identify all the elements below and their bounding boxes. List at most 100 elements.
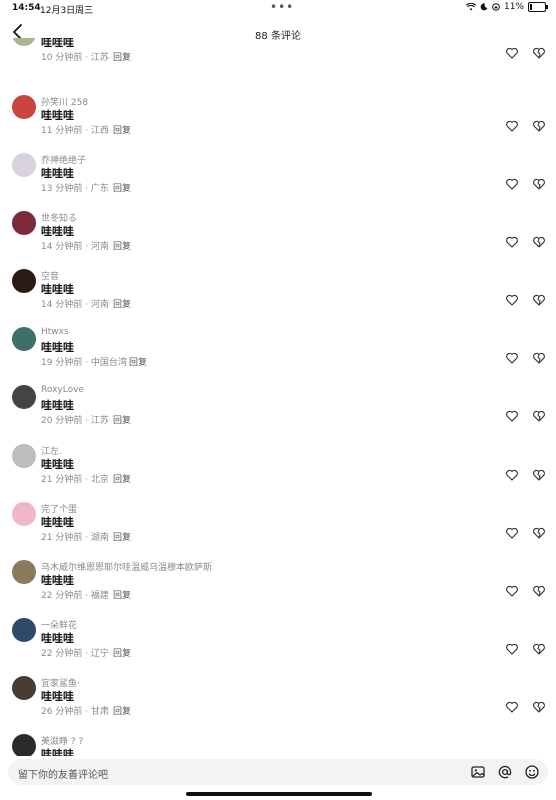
avatar[interactable]: [12, 327, 36, 351]
comment-item[interactable]: 一朵鲜花 哇哇哇 22 分钟前 · 辽宁 回复: [0, 606, 556, 664]
dislike-broken-heart-icon[interactable]: [532, 700, 546, 714]
comment-location: 广东: [90, 184, 109, 194]
comment-item[interactable]: 乔神绝绝子 哇哇哇 13 分钟前 · 广东 回复: [0, 141, 556, 199]
dislike-broken-heart-icon[interactable]: [532, 584, 546, 598]
avatar[interactable]: [12, 734, 36, 758]
comment-text: 哇哇哇: [41, 516, 74, 529]
reply-button[interactable]: 回复: [113, 181, 131, 194]
dislike-broken-heart-icon[interactable]: [532, 468, 546, 482]
comment-location: 江西: [90, 126, 109, 136]
comment-meta: 14 分钟前 · 河南: [41, 297, 109, 310]
home-indicator[interactable]: [186, 792, 372, 796]
comment-location: 河南: [90, 242, 109, 252]
comment-item[interactable]: 乌木威尔维恩恩耶尔哇温威乌温穆本欧萨斯 哇哇哇 22 分钟前 · 福建 回复: [0, 548, 556, 606]
dislike-broken-heart-icon[interactable]: [532, 293, 546, 307]
avatar[interactable]: [12, 444, 36, 468]
dislike-broken-heart-icon[interactable]: [532, 526, 546, 540]
avatar[interactable]: [12, 560, 36, 584]
like-heart-icon[interactable]: [505, 700, 519, 714]
like-heart-icon[interactable]: [505, 46, 519, 60]
meta-separator: ·: [82, 416, 91, 426]
avatar[interactable]: [12, 211, 36, 235]
like-heart-icon[interactable]: [505, 584, 519, 598]
dislike-broken-heart-icon[interactable]: [532, 119, 546, 133]
comment-time: 20 分钟前: [41, 416, 83, 426]
comment-username[interactable]: Htwxs: [41, 327, 69, 337]
comment-meta: 21 分钟前 · 湖南: [41, 530, 109, 543]
at-mention-icon[interactable]: [497, 764, 513, 780]
image-icon[interactable]: [470, 764, 486, 780]
dislike-broken-heart-icon[interactable]: [532, 46, 546, 60]
like-heart-icon[interactable]: [505, 468, 519, 482]
like-heart-icon[interactable]: [505, 642, 519, 656]
reply-button[interactable]: 回复: [129, 355, 147, 368]
avatar[interactable]: [12, 676, 36, 700]
comment-item[interactable]: 江左. 哇哇哇 21 分钟前 · 北京 回复: [0, 432, 556, 490]
reply-button[interactable]: 回复: [113, 588, 131, 601]
comment-text: 哇哇哇: [41, 399, 74, 412]
meta-separator: ·: [82, 533, 91, 543]
like-heart-icon[interactable]: [505, 526, 519, 540]
lock-rotation-icon: [492, 3, 500, 11]
avatar[interactable]: [12, 38, 36, 46]
comment-item[interactable]: 哇哇哇 10 分钟前 · 江苏 回复: [0, 38, 556, 68]
dislike-broken-heart-icon[interactable]: [532, 351, 546, 365]
avatar[interactable]: [12, 502, 36, 526]
battery-icon: [528, 2, 548, 12]
multitask-dots-icon[interactable]: •••: [270, 0, 294, 14]
comment-meta: 14 分钟前 · 河南: [41, 239, 109, 252]
like-heart-icon[interactable]: [505, 235, 519, 249]
reply-button[interactable]: 回复: [113, 50, 131, 63]
like-heart-icon[interactable]: [505, 119, 519, 133]
comment-item[interactable]: 孙笑川 258 哇哇哇 11 分钟前 · 江西 回复: [0, 83, 556, 141]
comment-time: 22 分钟前: [41, 649, 83, 659]
emoji-icon[interactable]: [524, 764, 540, 780]
comment-item[interactable]: 世冬知る 哇哇哇 14 分钟前 · 河南 回复: [0, 199, 556, 257]
reply-button[interactable]: 回复: [113, 239, 131, 252]
reply-button[interactable]: 回复: [113, 646, 131, 659]
comment-input[interactable]: 留下你的友善评论吧: [8, 759, 548, 785]
status-time: 14:54: [12, 3, 41, 13]
avatar[interactable]: [12, 95, 36, 119]
avatar[interactable]: [12, 618, 36, 642]
comment-meta: 20 分钟前 · 江苏: [41, 413, 109, 426]
like-heart-icon[interactable]: [505, 409, 519, 423]
meta-separator: ·: [82, 242, 91, 252]
reply-button[interactable]: 回复: [113, 704, 131, 717]
status-bar: 14:54 12月3日周三 ••• 11%: [0, 0, 556, 16]
like-heart-icon[interactable]: [505, 351, 519, 365]
reply-button[interactable]: 回复: [113, 123, 131, 136]
comment-text: 哇哇哇: [41, 38, 74, 49]
dislike-broken-heart-icon[interactable]: [532, 235, 546, 249]
avatar[interactable]: [12, 153, 36, 177]
comment-item[interactable]: RoxyLove 哇哇哇 20 分钟前 · 江苏 回复: [0, 373, 556, 431]
reply-button[interactable]: 回复: [113, 472, 131, 485]
comment-meta: 22 分钟前 · 辽宁: [41, 646, 109, 659]
comment-meta: 21 分钟前 · 北京: [41, 472, 109, 485]
comment-location: 中国台湾: [90, 358, 127, 368]
comment-username[interactable]: RoxyLove: [41, 385, 84, 395]
reply-button[interactable]: 回复: [113, 413, 131, 426]
dislike-broken-heart-icon[interactable]: [532, 177, 546, 191]
dislike-broken-heart-icon[interactable]: [532, 409, 546, 423]
reply-button[interactable]: 回复: [113, 530, 131, 543]
status-date: 12月3日周三: [40, 6, 94, 16]
avatar[interactable]: [12, 269, 36, 293]
comment-item[interactable]: 完了个蛋 哇哇哇 21 分钟前 · 湖南 回复: [0, 490, 556, 548]
reply-button[interactable]: 回复: [113, 297, 131, 310]
comment-text: 哇哇哇: [41, 167, 74, 180]
comment-item[interactable]: 美滋睁 ? ? 哇哇哇: [0, 722, 556, 758]
comment-list[interactable]: 哇哇哇 10 分钟前 · 江苏 回复孙笑川 258 哇哇哇 11 分钟前 · 江西 回复乔…: [0, 38, 556, 758]
comment-time: 14 分钟前: [41, 300, 83, 310]
like-heart-icon[interactable]: [505, 293, 519, 307]
like-heart-icon[interactable]: [505, 177, 519, 191]
dislike-broken-heart-icon[interactable]: [532, 642, 546, 656]
comment-item[interactable]: 空音 哇哇哇 14 分钟前 · 河南 回复: [0, 257, 556, 315]
comment-input-bar: 留下你的友善评论吧: [0, 756, 556, 800]
meta-separator: ·: [82, 707, 91, 717]
comment-item[interactable]: Htwxs 哇哇哇 19 分钟前 · 中国台湾 回复: [0, 315, 556, 373]
avatar[interactable]: [12, 385, 36, 409]
comment-text: 哇哇哇: [41, 574, 74, 587]
comment-time: 21 分钟前: [41, 533, 83, 543]
comment-item[interactable]: 宜家鲨鱼· 哇哇哇 26 分钟前 · 甘肃 回复: [0, 664, 556, 722]
